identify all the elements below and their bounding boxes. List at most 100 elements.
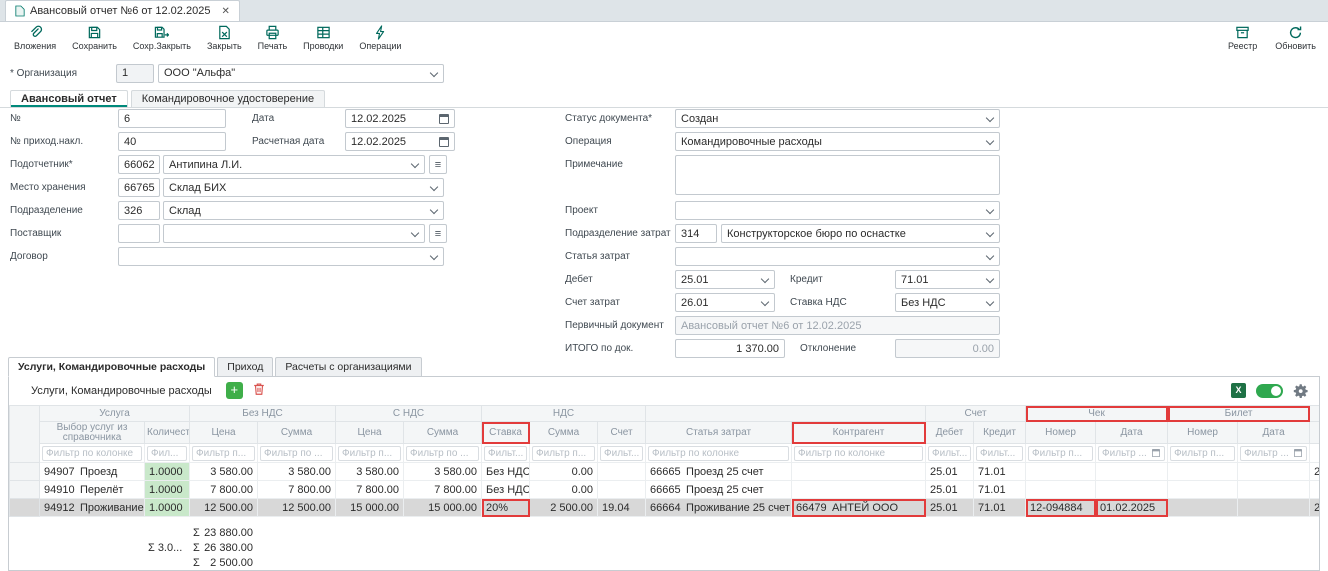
division-code-input[interactable]: 326 xyxy=(118,201,160,220)
cell-check_number[interactable]: 12-094884 xyxy=(1026,499,1096,517)
filter-input[interactable]: Фильтр по колонке xyxy=(42,446,142,461)
cell-vat_account[interactable] xyxy=(598,463,646,481)
cell-price_no_vat[interactable]: 3 580.00 xyxy=(190,463,258,481)
main-tab-0[interactable]: Авансовый отчет xyxy=(10,90,128,107)
filter-price_vat[interactable]: Фильтр п... xyxy=(336,444,404,463)
refresh-button[interactable]: Обновить xyxy=(1275,25,1316,51)
filter-check_date[interactable]: Фильтр ... xyxy=(1096,444,1168,463)
main-tab-1[interactable]: Командировочное удостоверение xyxy=(131,90,325,107)
accountable-select[interactable]: Антипина Л.И. xyxy=(163,155,425,174)
filter-price_no_vat[interactable]: Фильтр п... xyxy=(190,444,258,463)
cell-overflow[interactable]: 2 xyxy=(1310,499,1319,517)
filter-service[interactable]: Фильтр по колонке xyxy=(40,444,145,463)
cell-ticket_date[interactable] xyxy=(1238,481,1310,499)
col-header-debit[interactable]: Дебет xyxy=(926,422,974,444)
filter-input[interactable]: Фильт... xyxy=(484,446,527,461)
cell-ticket_number[interactable] xyxy=(1168,499,1238,517)
grid-toggle[interactable] xyxy=(1256,384,1283,398)
filter-ticket_number[interactable]: Фильтр п... xyxy=(1168,444,1238,463)
filter-input[interactable]: Фильтр ... xyxy=(1098,446,1165,461)
filter-input[interactable]: Фил... xyxy=(147,446,187,461)
postings-button[interactable]: Проводки xyxy=(303,25,343,51)
storage-code-input[interactable]: 66765 xyxy=(118,178,160,197)
col-header-cost_item[interactable]: Статья затрат xyxy=(646,422,792,444)
cell-price_no_vat[interactable]: 12 500.00 xyxy=(190,499,258,517)
filter-sum_vat[interactable]: Фильтр по ... xyxy=(404,444,482,463)
filter-input[interactable]: Фильтр по ... xyxy=(406,446,479,461)
col-header-vat_account[interactable]: Счет xyxy=(598,422,646,444)
table-row[interactable]: 94912Проживание1.000012 500.0012 500.001… xyxy=(10,499,1320,517)
filter-check_number[interactable]: Фильтр п... xyxy=(1026,444,1096,463)
cell-credit[interactable]: 71.01 xyxy=(974,463,1026,481)
cell-service[interactable]: 94912Проживание xyxy=(40,499,145,517)
document-tab[interactable]: Авансовый отчет №6 от 12.02.2025 ✕ xyxy=(5,0,240,21)
cell-check_number[interactable] xyxy=(1026,463,1096,481)
table-row[interactable]: 94907Проезд1.00003 580.003 580.003 580.0… xyxy=(10,463,1320,481)
filter-input[interactable]: Фильт... xyxy=(976,446,1023,461)
operations-button[interactable]: Операции xyxy=(359,25,401,51)
cost-division-code-input[interactable]: 314 xyxy=(675,224,717,243)
col-header-overflow[interactable] xyxy=(1310,422,1319,444)
cell-contractor[interactable]: 66479АНТЕЙ ООО xyxy=(792,499,926,517)
table-row[interactable]: 94910Перелёт1.00007 800.007 800.007 800.… xyxy=(10,481,1320,499)
calc-date-input[interactable]: 12.02.2025 xyxy=(345,132,455,151)
filter-input[interactable]: Фильт... xyxy=(928,446,971,461)
storage-select[interactable]: Склад БИХ xyxy=(163,178,444,197)
col-header-vat_sum[interactable]: Сумма xyxy=(530,422,598,444)
cell-service[interactable]: 94907Проезд xyxy=(40,463,145,481)
cell-service[interactable]: 94910Перелёт xyxy=(40,481,145,499)
filter-debit[interactable]: Фильт... xyxy=(926,444,974,463)
supplier-list-button[interactable] xyxy=(429,224,447,243)
credit-select[interactable]: 71.01 xyxy=(895,270,1000,289)
cell-vat_rate[interactable]: Без НДС xyxy=(482,463,530,481)
cell-cost_item[interactable]: 66664Проживание 25 счет xyxy=(646,499,792,517)
row-selector[interactable] xyxy=(10,463,40,481)
cell-sum_vat[interactable]: 15 000.00 xyxy=(404,499,482,517)
supplier-select[interactable] xyxy=(163,224,425,243)
cell-sum_no_vat[interactable]: 12 500.00 xyxy=(258,499,336,517)
col-header-contractor[interactable]: Контрагент xyxy=(792,422,926,444)
cell-ticket_number[interactable] xyxy=(1168,463,1238,481)
filter-input[interactable]: Фильтр по ... xyxy=(260,446,333,461)
cell-contractor[interactable] xyxy=(792,481,926,499)
cost-account-select[interactable]: 26.01 xyxy=(675,293,775,312)
organization-code-input[interactable]: 1 xyxy=(116,64,154,83)
filter-input[interactable]: Фильтр п... xyxy=(1170,446,1235,461)
cell-check_date[interactable] xyxy=(1096,481,1168,499)
cell-overflow[interactable]: 2 xyxy=(1310,463,1319,481)
supplier-code-input[interactable] xyxy=(118,224,160,243)
cost-division-select[interactable]: Конструкторское бюро по оснастке xyxy=(721,224,1000,243)
registry-button[interactable]: Реестр xyxy=(1228,25,1257,51)
save-close-button[interactable]: Сохр.Закрыть xyxy=(133,25,191,51)
cell-check_date[interactable] xyxy=(1096,463,1168,481)
contract-select[interactable] xyxy=(118,247,444,266)
add-row-button[interactable]: + xyxy=(226,382,243,399)
cell-price_vat[interactable]: 15 000.00 xyxy=(336,499,404,517)
col-header-price_vat[interactable]: Цена xyxy=(336,422,404,444)
grid-settings-button[interactable] xyxy=(1293,383,1309,399)
filter-input[interactable]: Фильтр ... xyxy=(1240,446,1307,461)
accountable-code-input[interactable]: 66062 xyxy=(118,155,160,174)
cell-vat_account[interactable]: 19.04 xyxy=(598,499,646,517)
excel-export-button[interactable]: X xyxy=(1231,383,1246,398)
cell-price_vat[interactable]: 7 800.00 xyxy=(336,481,404,499)
cell-vat_sum[interactable]: 2 500.00 xyxy=(530,499,598,517)
note-input[interactable] xyxy=(675,155,1000,195)
filter-input[interactable]: Фильтр по колонке xyxy=(648,446,789,461)
cell-check_date[interactable]: 01.02.2025 xyxy=(1096,499,1168,517)
col-header-sum_no_vat[interactable]: Сумма xyxy=(258,422,336,444)
filter-input[interactable]: Фильтр п... xyxy=(338,446,401,461)
organization-select[interactable]: ООО "Альфа" xyxy=(158,64,444,83)
col-header-ticket_number[interactable]: Номер xyxy=(1168,422,1238,444)
filter-sum_no_vat[interactable]: Фильтр по ... xyxy=(258,444,336,463)
cell-overflow[interactable] xyxy=(1310,481,1319,499)
save-button[interactable]: Сохранить xyxy=(72,25,117,51)
tab-close-icon[interactable]: ✕ xyxy=(221,6,229,17)
cell-ticket_date[interactable] xyxy=(1238,463,1310,481)
section-tab-0[interactable]: Услуги, Командировочные расходы xyxy=(8,357,215,377)
filter-input[interactable]: Фильтр п... xyxy=(532,446,595,461)
cell-check_number[interactable] xyxy=(1026,481,1096,499)
cost-item-select[interactable] xyxy=(675,247,1000,266)
cell-credit[interactable]: 71.01 xyxy=(974,499,1026,517)
debit-select[interactable]: 25.01 xyxy=(675,270,775,289)
